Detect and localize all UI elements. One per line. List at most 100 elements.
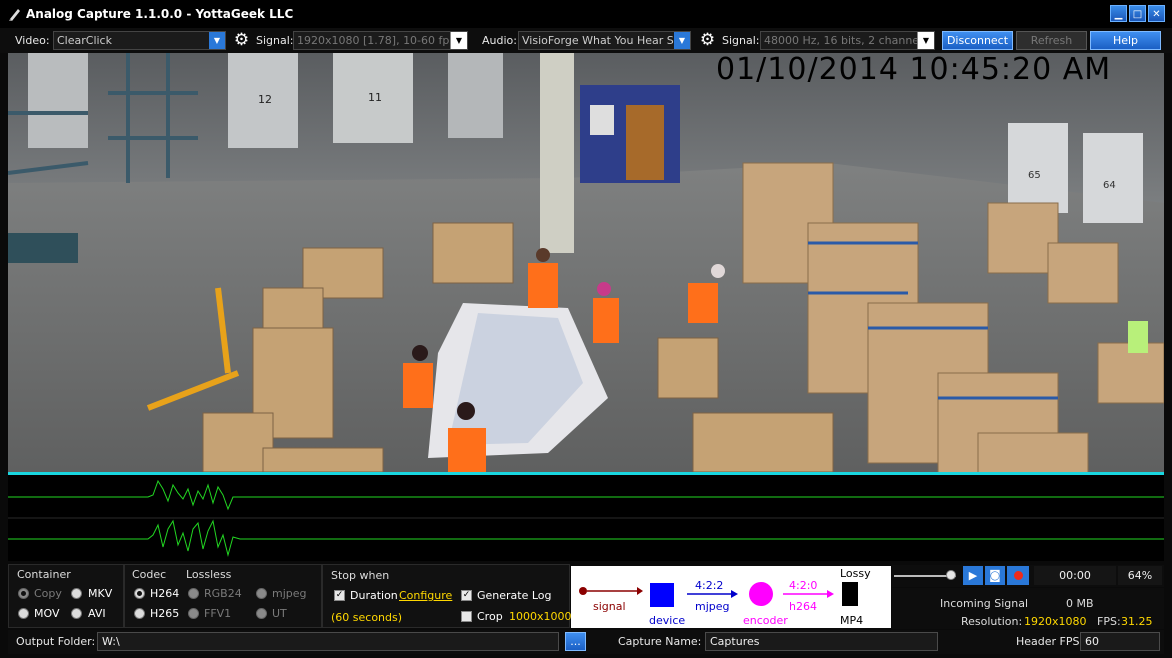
crop-value: 1000x1000 (509, 610, 572, 623)
video-device-select[interactable]: ClearClick ▼ (53, 31, 226, 50)
container-copy-label: Copy (34, 587, 62, 600)
pipeline-output-quality: Lossy (840, 567, 871, 580)
generate-log-label: Generate Log (477, 589, 552, 602)
codec-ut-label: UT (272, 607, 287, 620)
container-mkv-radio[interactable] (71, 588, 82, 599)
output-file-icon (842, 582, 858, 606)
codec-ffv1-radio[interactable] (188, 608, 199, 619)
volume-slider-thumb[interactable] (946, 570, 957, 580)
container-avi-radio[interactable] (71, 608, 82, 619)
codec-rgb24-label: RGB24 (204, 587, 242, 600)
video-signal-select[interactable]: 1920x1080 [1.78], 10-60 fps, m ▼ (293, 31, 468, 50)
container-avi-label: AVI (88, 607, 106, 620)
chevron-down-icon: ▼ (450, 32, 467, 49)
dock-number: 64 (1103, 180, 1116, 191)
status-panel: Incoming Signal 0 MB Resolution: 1920x10… (892, 588, 1164, 629)
codec-h264-label: H264 (150, 587, 180, 600)
configure-link[interactable]: Configure (399, 589, 452, 602)
crop-checkbox[interactable] (461, 611, 472, 622)
codec-h265-label: H265 (150, 607, 180, 620)
container-mkv-label: MKV (88, 587, 113, 600)
resolution-label: Resolution: (961, 615, 1023, 628)
duration-checkbox[interactable]: ✓ (334, 590, 345, 601)
chevron-down-icon: ▼ (917, 32, 934, 49)
gear-icon[interactable]: ⚙ (233, 32, 250, 49)
stop-when-panel: Stop when ✓ Duration Configure (60 secon… (322, 564, 572, 628)
audio-device-select[interactable]: VisioForge What You Hear Sour ▼ (518, 31, 691, 50)
dock-number: 11 (368, 91, 382, 104)
codec-h265-radio[interactable] (134, 608, 145, 619)
video-signal-label: Signal: (256, 34, 294, 47)
header-fps-label: Header FPS: (1016, 635, 1084, 648)
incoming-signal-label: Incoming Signal (940, 597, 1029, 610)
duration-value: (60 seconds) (331, 611, 403, 624)
pipeline-diagram: signal device 4:2:2 mjpeg encoder 4:2:0 … (571, 566, 891, 628)
codec-ffv1-label: FFV1 (204, 607, 232, 620)
stop-when-heading: Stop when (331, 569, 390, 582)
transport-bar: ▶ ◙ 00:00 64% (892, 565, 1164, 587)
window-title: Analog Capture 1.1.0.0 - YottaGeek LLC (26, 7, 294, 21)
resolution-value: 1920x1080 (1024, 615, 1087, 628)
output-folder-label: Output Folder: (16, 635, 96, 648)
capture-name-input[interactable]: Captures (705, 632, 938, 651)
camera-snapshot-icon[interactable]: ◙ (985, 566, 1005, 585)
pipeline-output-format: MP4 (840, 614, 864, 627)
maximize-button[interactable]: □ (1129, 5, 1146, 22)
pipeline-encoder-label: encoder (743, 614, 788, 627)
signal-dot (579, 587, 587, 595)
chevron-down-icon: ▼ (209, 32, 225, 49)
codec-mjpeg-label: mjpeg (272, 587, 307, 600)
disconnect-button[interactable]: Disconnect (942, 31, 1013, 50)
container-mov-radio[interactable] (18, 608, 29, 619)
container-mov-label: MOV (34, 607, 60, 620)
lossless-heading: Lossless (186, 568, 232, 581)
encoder-circle (749, 582, 773, 606)
warehouse-scene: 12 11 65 64 01/10/2014 10:45:20 AM (8, 53, 1164, 472)
fps-value: 31.25 (1121, 615, 1153, 628)
audio-signal-label: Signal: (722, 34, 760, 47)
codec-h264-radio[interactable] (134, 588, 145, 599)
codec-ut-radio[interactable] (256, 608, 267, 619)
codec-panel: Codec Lossless H264 RGB24 mjpeg H265 FFV… (124, 564, 322, 628)
waveform-channel-right (8, 519, 1164, 557)
video-timestamp: 01/10/2014 10:45:20 AM (716, 53, 1111, 87)
incoming-size: 0 MB (1066, 597, 1094, 610)
gear-icon[interactable]: ⚙ (699, 32, 716, 49)
codec-heading: Codec (132, 568, 167, 581)
video-preview[interactable]: 12 11 65 64 01/10/2014 10:45:20 AM (8, 53, 1164, 472)
capture-name-label: Capture Name: (618, 635, 702, 648)
duration-label: Duration (350, 589, 398, 602)
minimize-button[interactable]: ▁ (1110, 5, 1127, 22)
device-square (650, 583, 674, 607)
dock-number: 65 (1028, 170, 1041, 181)
pipeline-signal-label: signal (593, 600, 626, 613)
generate-log-checkbox[interactable]: ✓ (461, 590, 472, 601)
browse-folder-button[interactable]: ... (565, 632, 586, 651)
refresh-button[interactable]: Refresh (1016, 31, 1087, 50)
audio-device-value: VisioForge What You Hear Sour (522, 34, 691, 47)
codec-rgb24-radio[interactable] (188, 588, 199, 599)
container-copy-radio[interactable] (18, 588, 29, 599)
audio-waveform (8, 475, 1164, 561)
audio-signal-select[interactable]: 48000 Hz, 16 bits, 2 channels ▼ (760, 31, 935, 50)
codec-mjpeg-radio[interactable] (256, 588, 267, 599)
pipeline-device-format: 4:2:2 (695, 579, 724, 592)
audio-label: Audio: (482, 34, 517, 47)
play-live-icon[interactable]: ▶ (963, 566, 983, 585)
capture-percent: 64% (1118, 566, 1162, 585)
video-signal-value: 1920x1080 [1.78], 10-60 fps, m (297, 34, 468, 47)
help-button[interactable]: Help (1090, 31, 1161, 50)
container-heading: Container (17, 568, 71, 581)
record-icon[interactable] (1007, 566, 1029, 585)
pipeline-encoder-codec: h264 (789, 600, 817, 613)
header-fps-input[interactable]: 60 (1080, 632, 1160, 651)
waveform-graph (8, 479, 1164, 557)
waveform-channel-left (8, 479, 1164, 511)
crop-label: Crop (477, 610, 503, 623)
dock-number: 12 (258, 93, 272, 106)
title-bar[interactable]: Analog Capture 1.1.0.0 - YottaGeek LLC ▁… (0, 0, 1172, 28)
output-row: Output Folder: W:\ ... Capture Name: Cap… (8, 630, 1164, 654)
video-device-value: ClearClick (57, 34, 112, 47)
close-button[interactable]: ✕ (1148, 5, 1165, 22)
output-folder-input[interactable]: W:\ (97, 632, 559, 651)
